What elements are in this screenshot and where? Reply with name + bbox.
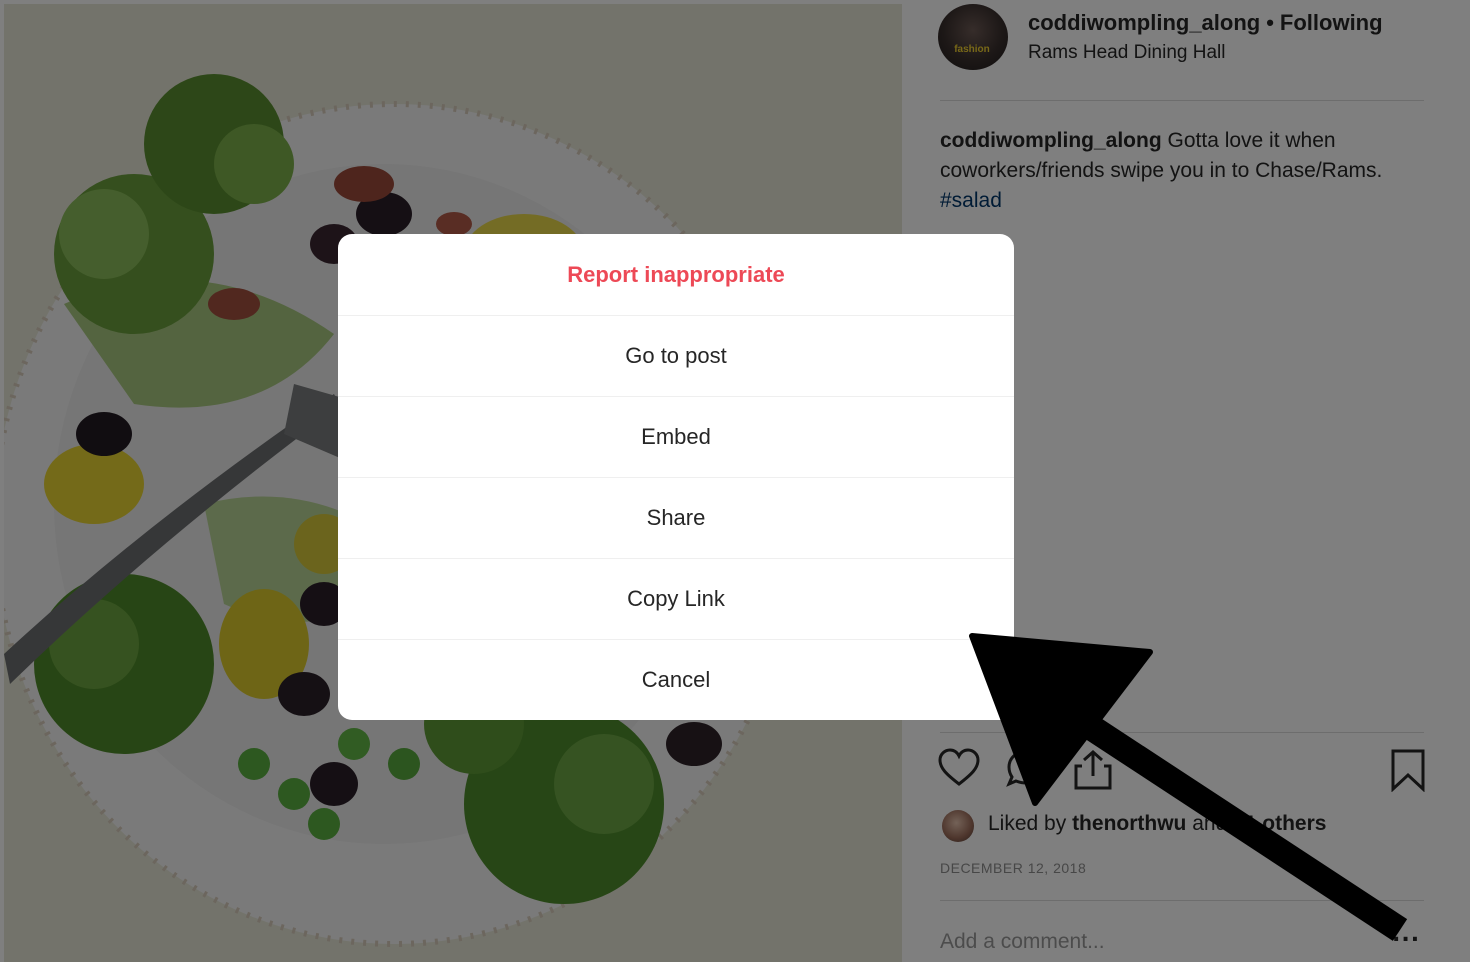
- annotation-arrow: [969, 633, 1408, 941]
